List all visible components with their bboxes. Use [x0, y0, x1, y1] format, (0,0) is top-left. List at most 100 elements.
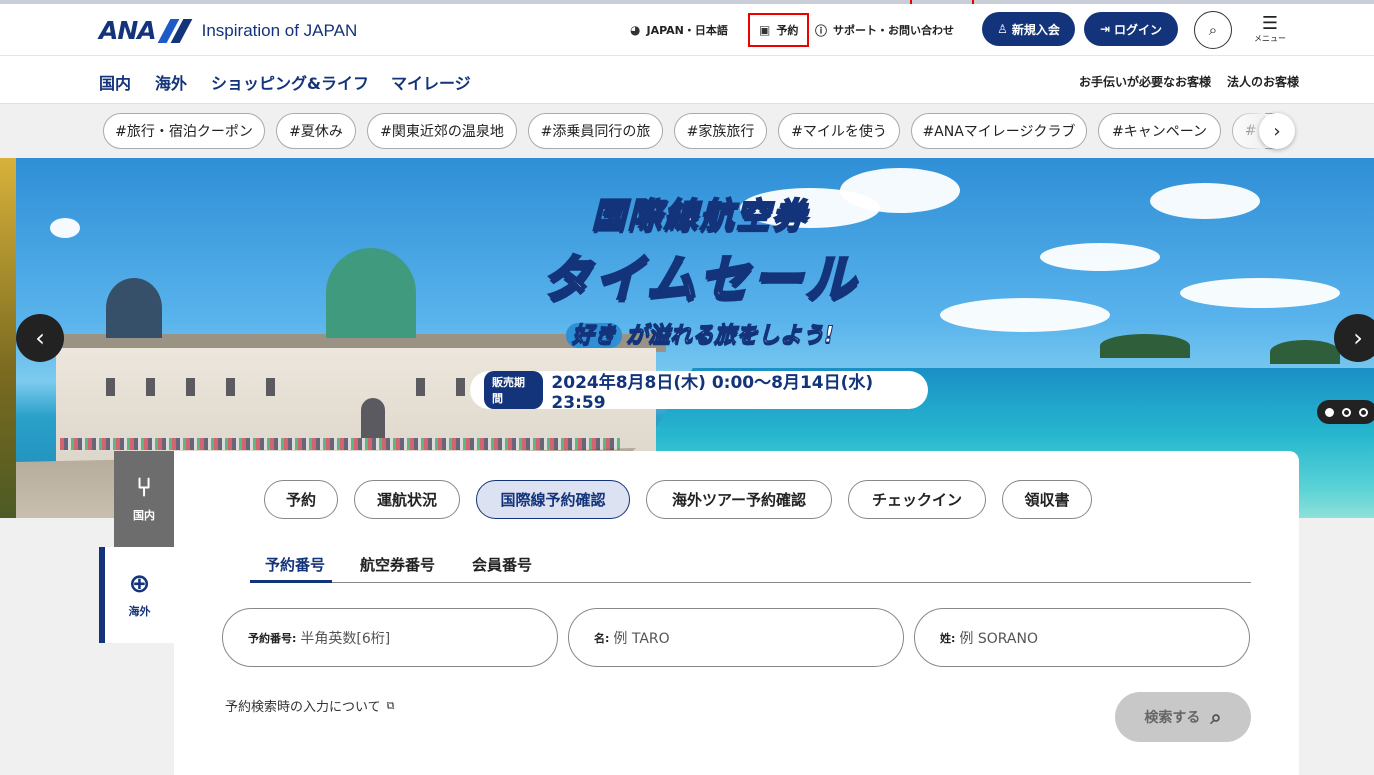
- side-tab-domestic-label: 国内: [133, 509, 155, 522]
- side-tab-international-label: 海外: [128, 605, 151, 618]
- menu-button[interactable]: ☰ メニュー: [1252, 14, 1288, 48]
- palace-main-dome: [326, 248, 416, 338]
- tab-reserve[interactable]: 予約: [264, 480, 338, 519]
- cloud: [1150, 183, 1260, 219]
- tags-next-button[interactable]: ›: [1259, 113, 1295, 149]
- chevron-right-icon: ›: [1353, 324, 1363, 352]
- subtab-booking-number[interactable]: 予約番号: [265, 554, 325, 575]
- side-tab-international[interactable]: ⊕ 海外: [99, 547, 174, 643]
- search-icon: ⌕: [1210, 705, 1222, 729]
- tag-onsen[interactable]: #関東近郊の温泉地: [367, 113, 517, 149]
- palace-gate: [361, 398, 385, 438]
- search-icon: ⌕: [1208, 21, 1218, 39]
- island: [1270, 340, 1340, 364]
- input-help-link[interactable]: 予約検索時の入力について ⧉: [225, 696, 395, 716]
- hamburger-icon: ☰: [1261, 13, 1279, 34]
- tag-travel-coupon[interactable]: #旅行・宿泊クーポン: [103, 113, 265, 149]
- support-label: サポート・お問い合わせ: [833, 24, 955, 37]
- tab-checkin[interactable]: チェックイン: [848, 480, 986, 519]
- palace-side-dome: [106, 278, 162, 338]
- login-label: ログイン: [1114, 22, 1163, 37]
- sale-period-text: 2024年8月8日(木) 0:00〜8月14日(水) 23:59: [551, 372, 874, 413]
- search-button[interactable]: ⌕: [1194, 11, 1232, 49]
- subtab-divider: [250, 582, 1251, 583]
- tag-guided-tour[interactable]: #添乗員同行の旅: [528, 113, 663, 149]
- cloud: [50, 218, 80, 238]
- booking-number-placeholder: 半角英数[6桁]: [300, 630, 391, 647]
- promo-line-1: 国際線航空券: [591, 195, 808, 237]
- crowd: [60, 438, 620, 450]
- last-name-field[interactable]: 姓: 例 SORANO: [914, 608, 1250, 667]
- first-name-label: 名:: [594, 631, 610, 645]
- tab-receipt[interactable]: 領収書: [1002, 480, 1092, 519]
- tab-flight-status[interactable]: 運航状況: [354, 480, 460, 519]
- first-name-field[interactable]: 名: 例 TARO: [568, 608, 904, 667]
- globe-icon: ⊕: [128, 569, 151, 599]
- palace-window: [146, 378, 155, 396]
- tag-use-miles[interactable]: #マイルを使う: [778, 113, 900, 149]
- sale-period: 販売期間 2024年8月8日(木) 0:00〜8月14日(水) 23:59: [470, 371, 928, 413]
- previous-slide-peek: [0, 158, 16, 518]
- last-name-label: 姓:: [940, 631, 956, 645]
- nav-item-domestic[interactable]: 国内: [99, 70, 131, 94]
- tag-family[interactable]: #家族旅行: [674, 113, 767, 149]
- promo-line-3-text: が溢れる旅をしよう!: [625, 323, 835, 349]
- promo-headline: 国際線航空券 タイムセール 好き が溢れる旅をしよう!: [470, 188, 930, 349]
- external-window-icon: ⧉: [386, 698, 395, 712]
- palace-window: [416, 378, 425, 396]
- join-label: 新規入会: [1011, 22, 1060, 37]
- carousel-dot[interactable]: [1325, 407, 1334, 417]
- promo-line-3: 好き が溢れる旅をしよう!: [470, 317, 930, 349]
- login-icon: ⇥: [1099, 22, 1111, 36]
- carousel-next-button[interactable]: ›: [1334, 314, 1374, 362]
- nav-corporate-link[interactable]: 法人のお客様: [1227, 73, 1299, 90]
- side-tab-domestic[interactable]: ⑂ 国内: [114, 451, 174, 547]
- tag-mileage-club[interactable]: #ANAマイレージクラブ: [911, 113, 1087, 149]
- tag-campaign[interactable]: #キャンペーン: [1098, 113, 1221, 149]
- ana-logo[interactable]: ANA Inspiration of JAPAN: [99, 16, 357, 45]
- promo-line-2: タイムセール: [540, 249, 859, 310]
- booking-panel: 予約 運航状況 国際線予約確認 海外ツアー予約確認 チェックイン 領収書 予約番…: [174, 451, 1299, 775]
- booking-number-field[interactable]: 予約番号: 半角英数[6桁]: [222, 608, 558, 667]
- nav-item-mileage[interactable]: マイレージ: [391, 70, 471, 94]
- language-selector[interactable]: ◕ JAPAN・日本語: [630, 4, 728, 56]
- island: [1100, 334, 1190, 358]
- carousel-dot[interactable]: [1342, 407, 1351, 417]
- login-button[interactable]: ⇥ ログイン: [1084, 12, 1178, 46]
- site-header: ANA Inspiration of JAPAN ◕ JAPAN・日本語 ▣ 予…: [0, 4, 1374, 56]
- booking-link[interactable]: ▣ 予約: [748, 13, 810, 47]
- nav-item-shopping[interactable]: ショッピング&ライフ: [211, 70, 369, 94]
- nav-assist-link[interactable]: お手伝いが必要なお客様: [1079, 73, 1211, 90]
- subtab-active-underline: [250, 580, 332, 583]
- seat-icon: ⑂: [136, 473, 152, 503]
- cloud: [1180, 278, 1340, 308]
- booking-number-label: 予約番号:: [248, 631, 297, 645]
- logo-slash-icon: [157, 18, 193, 43]
- subtab-member-number[interactable]: 会員番号: [472, 554, 532, 575]
- booking-label: 予約: [776, 24, 799, 37]
- palace-window: [106, 378, 115, 396]
- carousel-dot[interactable]: [1359, 407, 1368, 417]
- tab-intl-booking-check[interactable]: 国際線予約確認: [476, 480, 630, 519]
- palace-window: [456, 378, 465, 396]
- last-name-placeholder: 例 SORANO: [959, 630, 1038, 647]
- tag-summer[interactable]: #夏休み: [276, 113, 356, 149]
- palace-window: [226, 378, 235, 396]
- support-link[interactable]: ⓘ サポート・お問い合わせ: [815, 4, 954, 56]
- globe-icon: ◕: [630, 23, 641, 37]
- palace-window: [266, 378, 275, 396]
- search-submit-button[interactable]: 検索する ⌕: [1115, 692, 1251, 742]
- palace-window: [186, 378, 195, 396]
- help-icon: ⓘ: [815, 23, 828, 38]
- nav-item-international[interactable]: 海外: [155, 70, 187, 94]
- hashtag-bar: #旅行・宿泊クーポン #夏休み #関東近郊の温泉地 #添乗員同行の旅 #家族旅行…: [0, 104, 1374, 158]
- join-button[interactable]: ♙ 新規入会: [982, 12, 1075, 46]
- logo-mark: ANA: [99, 16, 157, 45]
- carousel-prev-button[interactable]: ‹: [16, 314, 64, 362]
- tab-tour-booking-check[interactable]: 海外ツアー予約確認: [646, 480, 832, 519]
- first-name-placeholder: 例 TARO: [613, 630, 670, 647]
- promo-like-badge: 好き: [565, 323, 622, 349]
- cloud: [1040, 243, 1160, 271]
- subtab-ticket-number[interactable]: 航空券番号: [360, 554, 435, 575]
- carousel-dots: [1317, 400, 1374, 424]
